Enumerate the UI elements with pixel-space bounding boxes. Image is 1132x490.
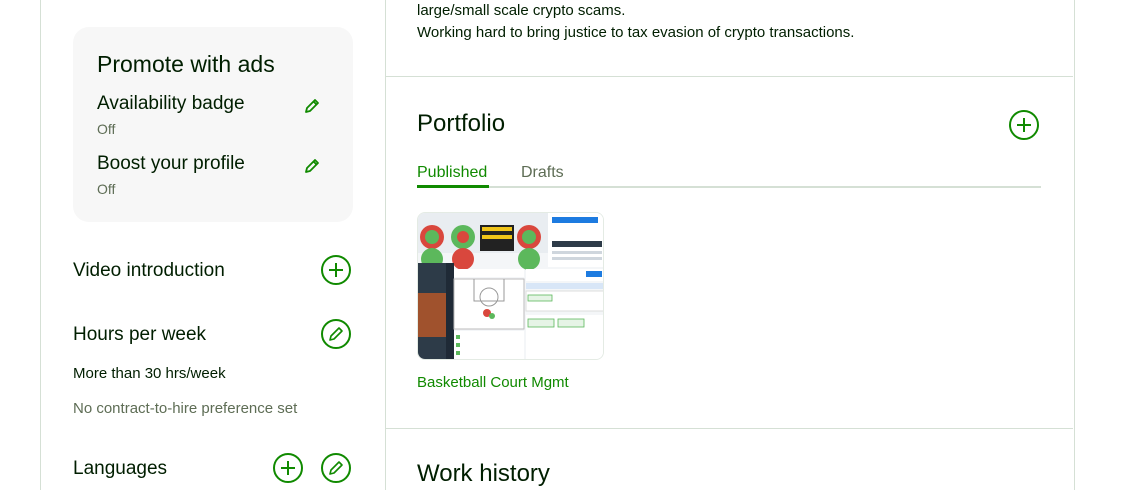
about-text-line: Working hard to bring justice to tax eva… — [417, 24, 855, 41]
languages-title: Languages — [73, 458, 168, 479]
column-divider — [385, 0, 386, 490]
tab-published[interactable]: Published — [417, 164, 487, 182]
add-portfolio-button[interactable] — [1009, 110, 1039, 140]
promote-with-ads-card: Promote with ads Availability badge Off … — [73, 27, 353, 222]
edit-languages-button[interactable] — [321, 453, 351, 483]
boost-profile-label: Boost your profile — [97, 153, 245, 174]
video-introduction-title: Video introduction — [73, 260, 225, 281]
dashboard-screenshot-image — [418, 213, 603, 359]
pencil-icon — [329, 327, 343, 341]
edit-hours-button[interactable] — [321, 319, 351, 349]
portfolio-title: Portfolio — [417, 110, 506, 137]
active-tab-indicator — [417, 185, 489, 188]
boost-profile-status: Off — [97, 181, 116, 197]
add-language-button[interactable] — [273, 453, 303, 483]
section-divider — [386, 428, 1073, 429]
plus-icon — [329, 263, 343, 277]
hours-per-week-title: Hours per week — [73, 324, 207, 345]
about-text-line: large/small scale crypto scams. — [417, 2, 626, 19]
project-title[interactable]: Basketball Court Mgmt — [417, 374, 569, 391]
edit-availability-badge-icon[interactable] — [304, 98, 320, 114]
hours-value: More than 30 hrs/week — [73, 365, 226, 382]
availability-badge-status: Off — [97, 121, 116, 137]
section-divider — [386, 76, 1073, 77]
portfolio-thumbnail[interactable] — [417, 212, 604, 360]
tab-drafts[interactable]: Drafts — [521, 164, 564, 182]
promote-title: Promote with ads — [97, 51, 275, 77]
work-history-title: Work history — [417, 460, 550, 487]
tabs-baseline — [417, 186, 1041, 188]
plus-icon — [1017, 118, 1031, 132]
contract-to-hire-preference: No contract-to-hire preference set — [73, 400, 298, 417]
add-video-button[interactable] — [321, 255, 351, 285]
edit-boost-profile-icon[interactable] — [304, 158, 320, 174]
availability-badge-label: Availability badge — [97, 93, 245, 114]
